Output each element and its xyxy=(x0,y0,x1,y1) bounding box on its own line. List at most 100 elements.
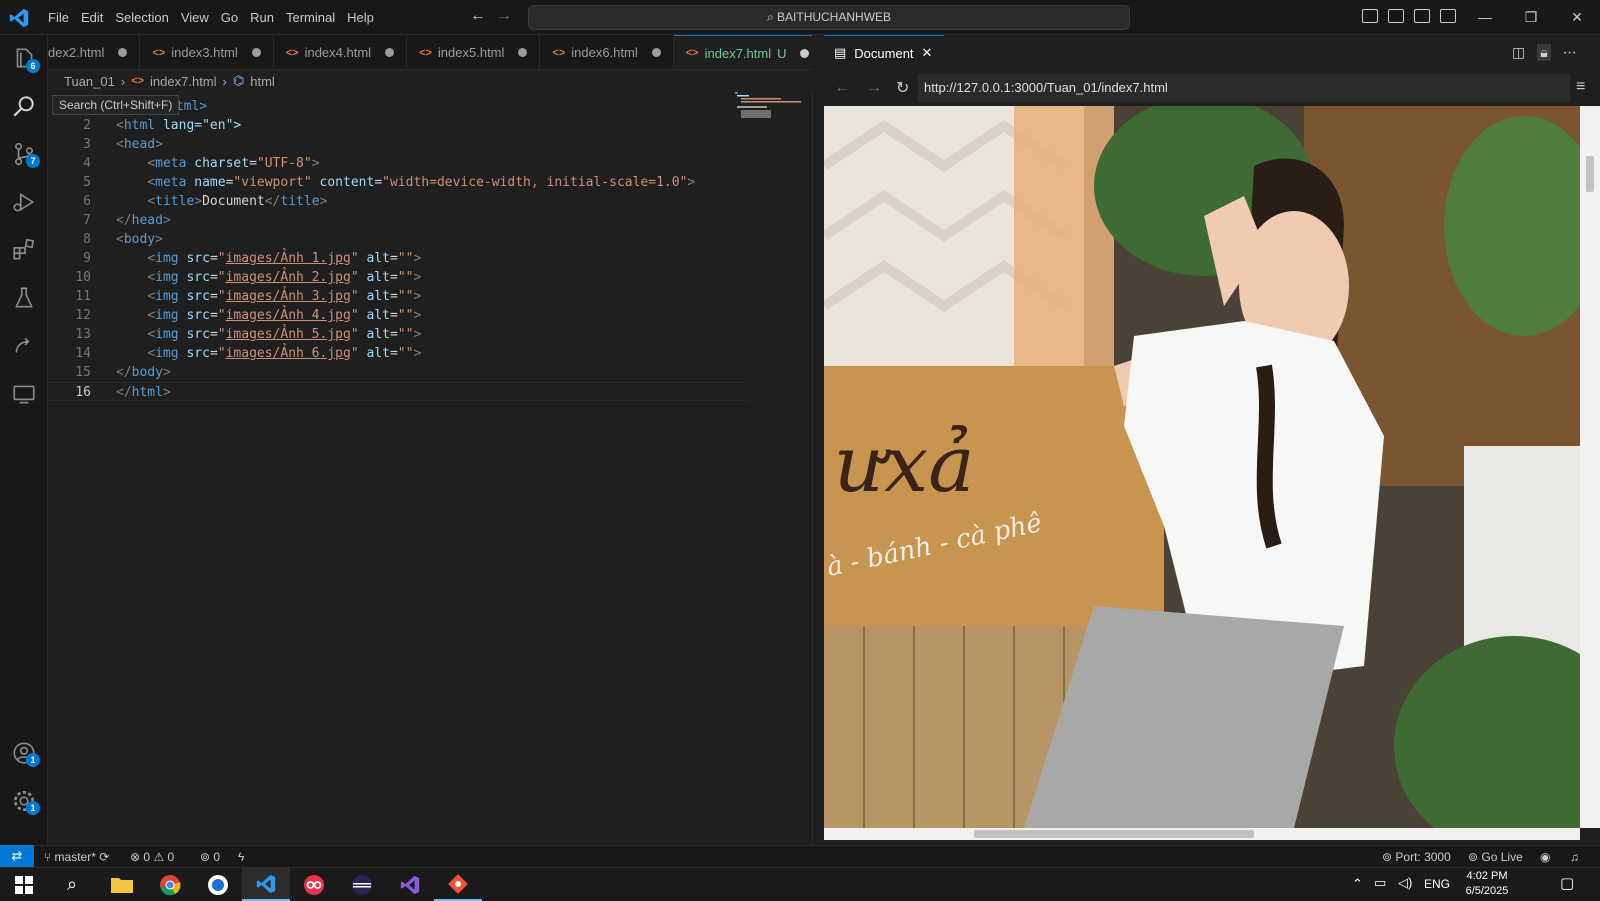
unsaved-dot-icon[interactable] xyxy=(251,48,261,57)
close-icon[interactable]: ✕ xyxy=(922,45,933,61)
customize-layout-icon[interactable] xyxy=(1440,9,1456,23)
language-indicator[interactable]: ENG xyxy=(1424,877,1450,891)
toggle-panel-icon[interactable] xyxy=(1388,9,1404,23)
unsaved-dot-icon[interactable] xyxy=(800,48,810,58)
more-actions-icon[interactable]: ⋯ xyxy=(1563,44,1577,61)
menu-run[interactable]: Run xyxy=(244,0,280,35)
lock-icon[interactable]: 🔒︎ xyxy=(1537,44,1551,61)
recorder-icon[interactable] xyxy=(290,868,338,901)
tab-index3[interactable]: <> index3.html xyxy=(140,35,274,69)
viewport-vertical-scrollbar[interactable] xyxy=(1580,106,1600,828)
back-arrow-icon[interactable]: ← xyxy=(470,7,486,25)
network-icon[interactable]: ▭ xyxy=(1374,875,1386,891)
windows-taskbar: ⌕ ⌃ ▭ ◁) ENG 4:02 PM 6/5/2025 ▢ xyxy=(0,867,1600,901)
volume-icon[interactable]: ◁) xyxy=(1398,875,1412,891)
menu-selection[interactable]: Selection xyxy=(109,0,174,35)
lightning-icon[interactable]: ϟ xyxy=(238,846,244,868)
bell-icon[interactable]: ♫ xyxy=(1570,846,1579,868)
menu-file[interactable]: File xyxy=(42,0,75,35)
html-file-icon: <> xyxy=(131,75,145,87)
remote-indicator-icon[interactable]: ⇄ xyxy=(0,845,34,867)
code-editor[interactable]: html> 2 <html lang="en"> 3 <head> 4 <meta … xyxy=(48,92,812,845)
code-line-2: 2 <html lang="en"> xyxy=(83,118,242,133)
scroll-thumb[interactable] xyxy=(974,830,1254,838)
menu-view[interactable]: View xyxy=(175,0,215,35)
unsaved-dot-icon[interactable] xyxy=(518,48,528,57)
tab-label: dex2.html xyxy=(48,45,105,60)
code-line-9: 9 <img src="images/Ảnh 1.jpg" alt=""> xyxy=(83,251,422,266)
restore-icon[interactable]: ❐ xyxy=(1508,0,1554,35)
windows-start-icon[interactable] xyxy=(0,868,48,901)
copilot-icon[interactable]: ◉ xyxy=(1540,846,1550,868)
unsaved-dot-icon[interactable] xyxy=(118,48,128,57)
code-line-6: 6 <title>Document</title> xyxy=(83,194,328,209)
scroll-thumb[interactable] xyxy=(1586,156,1594,192)
git-graph-button[interactable] xyxy=(0,322,48,370)
remote-explorer-button[interactable] xyxy=(0,370,48,418)
tab-index6[interactable]: <> index6.html xyxy=(540,35,674,69)
go-live-button[interactable]: ⊚ Go Live xyxy=(1468,846,1523,868)
menu-go[interactable]: Go xyxy=(215,0,244,35)
breadcrumb-folder[interactable]: Tuan_01 xyxy=(64,74,115,89)
breadcrumb-symbol[interactable]: html xyxy=(250,74,275,89)
viewport-horizontal-scrollbar[interactable] xyxy=(824,828,1580,840)
title-bar: File Edit Selection View Go Run Terminal… xyxy=(0,0,1600,35)
manage-button[interactable]: 1 xyxy=(0,777,48,825)
toggle-secondary-sidebar-icon[interactable] xyxy=(1414,9,1430,23)
tab-document[interactable]: ▤ Document ✕ xyxy=(824,35,944,70)
clock[interactable]: 4:02 PM 6/5/2025 xyxy=(1455,869,1519,899)
command-center[interactable]: ⌕ BAITHUCHANHWEB xyxy=(528,5,1130,30)
notification-icon[interactable]: ▢ xyxy=(1560,874,1574,892)
port-indicator[interactable]: ⊚ Port: 3000 xyxy=(1382,846,1451,868)
unsaved-dot-icon[interactable] xyxy=(385,48,395,57)
toggle-primary-sidebar-icon[interactable] xyxy=(1362,9,1378,23)
git-gui-icon[interactable] xyxy=(434,868,482,901)
tab-index7[interactable]: <> index7.html U xyxy=(673,35,812,69)
chevron-up-icon[interactable]: ⌃ xyxy=(1352,876,1363,892)
testing-button[interactable] xyxy=(0,274,48,322)
close-window-icon[interactable]: ✕ xyxy=(1554,0,1600,35)
forward-arrow-icon[interactable]: → xyxy=(496,7,512,25)
chrome-icon[interactable] xyxy=(146,868,194,901)
menu-icon[interactable]: ≡ xyxy=(1576,78,1585,96)
accounts-button[interactable]: 1 xyxy=(0,729,48,777)
ports-indicator[interactable]: ⊚ 0 xyxy=(200,846,220,868)
browser-viewport[interactable]: ưxả à - bánh - cà phê xyxy=(824,106,1580,828)
unsaved-dot-icon[interactable] xyxy=(651,48,661,57)
breadcrumb-file[interactable]: index7.html xyxy=(150,74,216,89)
search-icon xyxy=(13,96,34,117)
editor-scrollbar[interactable] xyxy=(812,92,822,845)
source-control-badge: 7 xyxy=(26,154,40,168)
file-explorer-icon[interactable] xyxy=(98,868,146,901)
run-debug-button[interactable] xyxy=(0,178,48,226)
menu-edit[interactable]: Edit xyxy=(75,0,109,35)
activity-bar: 6 7 1 1 xyxy=(0,35,48,845)
code-line-15: 15 </body> xyxy=(75,365,171,380)
browser-back-icon[interactable]: ← xyxy=(834,79,850,97)
app-icon[interactable] xyxy=(194,868,242,901)
browser-forward-icon[interactable]: → xyxy=(866,79,882,97)
visual-studio-icon[interactable] xyxy=(386,868,434,901)
tab-index4[interactable]: <> index4.html xyxy=(273,35,408,69)
tab-index2[interactable]: dex2.html xyxy=(48,35,141,69)
url-input[interactable]: http://127.0.0.1:3000/Tuan_01/index7.htm… xyxy=(918,74,1570,102)
menu-terminal[interactable]: Terminal xyxy=(280,0,341,35)
minimize-icon[interactable]: — xyxy=(1462,0,1508,35)
search-button[interactable] xyxy=(0,82,48,130)
monitor-chat-icon xyxy=(13,385,35,404)
tab-index5[interactable]: <> index5.html xyxy=(407,35,541,69)
branch-indicator[interactable]: ⑂ master* ⟳ xyxy=(44,846,109,868)
code-line-16-current: 16 </html> xyxy=(48,382,748,401)
taskbar-search-icon[interactable]: ⌕ xyxy=(48,868,96,901)
problems-indicator[interactable]: ⊗ 0 ⚠ 0 xyxy=(130,846,174,868)
explorer-button[interactable]: 6 xyxy=(0,35,48,83)
vscode-taskbar-icon[interactable] xyxy=(242,868,290,901)
source-control-button[interactable]: 7 xyxy=(0,130,48,178)
eclipse-icon[interactable] xyxy=(338,868,386,901)
extensions-button[interactable] xyxy=(0,226,48,274)
menu-help[interactable]: Help xyxy=(341,0,380,35)
minimap[interactable] xyxy=(735,92,805,132)
sign-main-text: ưxả xyxy=(834,420,975,510)
split-editor-icon[interactable]: ◫ xyxy=(1512,44,1525,61)
reload-icon[interactable]: ↻ xyxy=(896,78,909,98)
